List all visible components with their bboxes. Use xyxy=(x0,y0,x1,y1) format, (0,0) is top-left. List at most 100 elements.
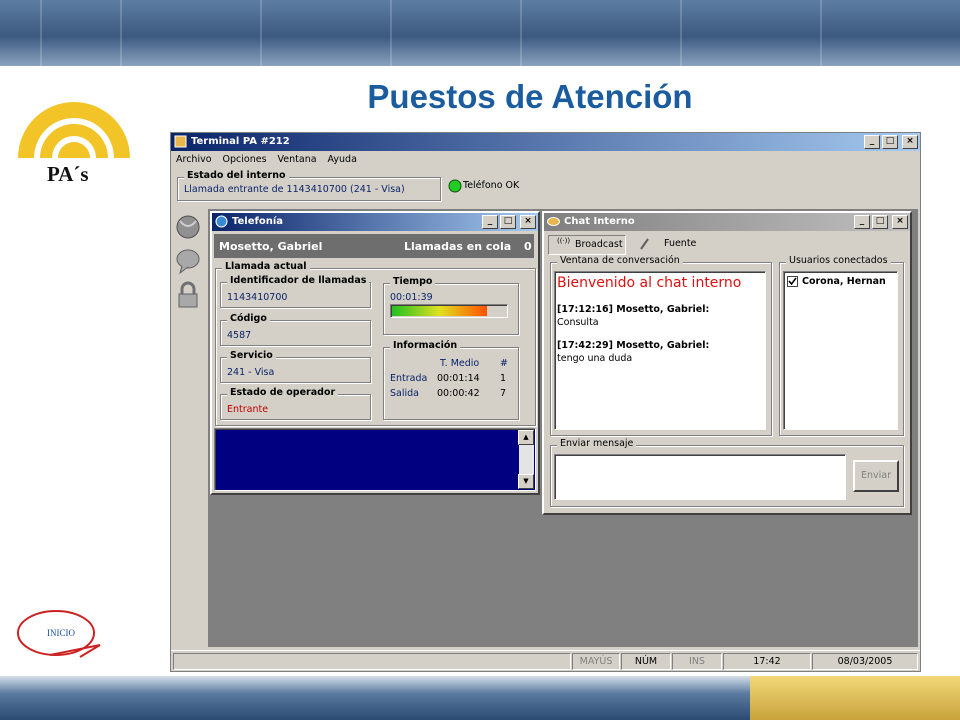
service-value: 241 - Visa xyxy=(227,367,275,378)
telephony-icon xyxy=(215,215,228,228)
lock-icon[interactable] xyxy=(174,281,202,309)
users-list[interactable]: Corona, Hernan xyxy=(783,271,898,430)
font-label: Fuente xyxy=(664,238,697,249)
info-row-count: 1 xyxy=(500,373,507,384)
chat-maximize-button[interactable]: □ xyxy=(872,215,888,229)
statusbar: MAYÚS NÚM INS 17:42 08/03/2005 xyxy=(171,650,920,671)
logo-arcs-icon xyxy=(18,102,130,158)
time-progress-bar xyxy=(390,304,508,318)
pen-icon xyxy=(640,238,649,250)
caller-id-group: Identificador de llamadas 1143410700 xyxy=(220,275,371,308)
caller-id-value: 1143410700 xyxy=(227,292,288,303)
broadcast-label: Broadcast xyxy=(575,239,623,250)
chat-message-header: [17:42:29] Mosetto, Gabriel: xyxy=(557,340,710,351)
top-banner xyxy=(0,0,960,66)
logo-text: PA´s xyxy=(47,162,89,186)
maximize-button[interactable]: □ xyxy=(882,135,898,149)
status-date: 08/03/2005 xyxy=(812,653,918,670)
conversation-group: Ventana de conversación Bienvenido al ch… xyxy=(550,255,772,436)
send-message-group: Enviar mensaje Enviar xyxy=(550,438,904,507)
num-indicator: NÚM xyxy=(621,653,671,670)
info-row-avg: 00:01:14 xyxy=(437,373,480,384)
connected-users-label: Usuarios conectados xyxy=(786,255,891,266)
telephony-title: Telefonía xyxy=(232,216,284,227)
scrollbar-track[interactable] xyxy=(519,445,534,474)
ins-indicator: INS xyxy=(672,653,722,670)
broadcast-icon: ((·)) xyxy=(557,237,571,245)
current-call-label: Llamada actual xyxy=(222,261,310,272)
code-label: Código xyxy=(227,313,270,324)
code-group: Código 4587 xyxy=(220,313,371,346)
time-group: Tiempo 00:01:39 xyxy=(383,276,519,335)
home-link[interactable]: INICIO xyxy=(47,628,75,638)
user-checkbox-icon[interactable] xyxy=(787,276,798,287)
status-message xyxy=(173,653,571,670)
chat-window: Chat Interno _ □ × ((·)) Broadcast Fuent… xyxy=(542,211,912,515)
menu-ayuda[interactable]: Ayuda xyxy=(323,151,363,169)
chat-message-header: [17:12:16] Mosetto, Gabriel: xyxy=(557,304,710,315)
message-input[interactable] xyxy=(554,454,846,500)
font-button[interactable]: Fuente xyxy=(636,235,708,253)
agent-panel: Mosetto, Gabriel Llamadas en cola 0 xyxy=(214,234,534,258)
chat-message-text: Consulta xyxy=(557,317,599,328)
chat-titlebar[interactable]: Chat Interno _ □ × xyxy=(544,213,910,231)
call-log-area[interactable]: ▲ ▼ xyxy=(214,428,536,491)
chat-message-text: tengo una duda xyxy=(557,353,633,364)
info-row-avg: 00:00:42 xyxy=(437,388,480,399)
caller-id-label: Identificador de llamadas xyxy=(227,275,370,286)
page-title: Puestos de Atención xyxy=(367,78,693,115)
extension-status-value: Llamada entrante de 1143410700 (241 - Vi… xyxy=(184,184,405,195)
close-button[interactable]: × xyxy=(902,135,918,149)
user-item[interactable]: Corona, Hernan xyxy=(802,276,886,287)
info-label: Información xyxy=(390,340,461,351)
telephony-titlebar[interactable]: Telefonía _ □ × xyxy=(212,213,538,231)
operator-state-group: Estado de operador Entrante xyxy=(220,387,371,420)
phone-globe-icon[interactable] xyxy=(174,213,202,241)
telephony-minimize-button[interactable]: _ xyxy=(482,215,498,229)
app-icon xyxy=(174,135,187,148)
send-message-label: Enviar mensaje xyxy=(557,438,637,449)
time-label: Tiempo xyxy=(390,276,436,287)
send-button[interactable]: Enviar xyxy=(853,460,899,492)
info-row-label: Entrada xyxy=(390,373,428,384)
conversation-area[interactable]: Bienvenido al chat interno [17:12:16] Mo… xyxy=(554,271,766,430)
time-progress-fill xyxy=(392,306,488,316)
chat-minimize-button[interactable]: _ xyxy=(854,215,870,229)
telephony-maximize-button[interactable]: □ xyxy=(500,215,516,229)
service-label: Servicio xyxy=(227,350,276,361)
code-value: 4587 xyxy=(227,330,252,341)
telephony-close-button[interactable]: × xyxy=(520,215,536,229)
info-header-avg: T. Medio xyxy=(440,358,480,369)
main-window: Terminal PA #212 _ □ × Archivo Opciones … xyxy=(170,132,921,672)
agent-name: Mosetto, Gabriel xyxy=(219,240,323,253)
extension-status-group: Estado del interno Llamada entrante de 1… xyxy=(177,170,441,201)
operator-state-value: Entrante xyxy=(227,404,269,415)
info-row-label: Salida xyxy=(390,388,419,399)
time-value: 00:01:39 xyxy=(390,292,433,303)
chat-title: Chat Interno xyxy=(564,216,635,227)
phone-status-label: Teléfono OK xyxy=(463,180,520,191)
menu-opciones[interactable]: Opciones xyxy=(218,151,273,169)
broadcast-toggle[interactable]: ((·)) Broadcast xyxy=(548,235,626,255)
queue-count: 0 xyxy=(524,240,532,253)
service-group: Servicio 241 - Visa xyxy=(220,350,371,383)
status-time: 17:42 xyxy=(723,653,811,670)
chat-bubble-icon[interactable] xyxy=(174,247,202,275)
bottom-banner xyxy=(0,676,960,720)
menu-archivo[interactable]: Archivo xyxy=(171,151,218,169)
chat-close-button[interactable]: × xyxy=(892,215,908,229)
telephony-window: Telefonía _ □ × Mosetto, Gabriel Llamada… xyxy=(210,211,540,495)
info-row-count: 7 xyxy=(500,388,507,399)
operator-state-label: Estado de operador xyxy=(227,387,339,398)
side-toolbar xyxy=(171,209,207,639)
minimize-button[interactable]: _ xyxy=(864,135,880,149)
chat-welcome: Bienvenido al chat interno xyxy=(557,275,742,291)
main-titlebar[interactable]: Terminal PA #212 _ □ × xyxy=(171,133,920,151)
conversation-label: Ventana de conversación xyxy=(557,255,683,266)
scroll-up-button[interactable]: ▲ xyxy=(518,430,534,445)
scroll-down-button[interactable]: ▼ xyxy=(518,474,534,489)
menu-ventana[interactable]: Ventana xyxy=(273,151,323,169)
info-group: Información T. Medio # Entrada 00:01:14 … xyxy=(383,340,519,420)
chat-window-icon xyxy=(547,217,560,226)
info-header-count: # xyxy=(500,358,508,369)
